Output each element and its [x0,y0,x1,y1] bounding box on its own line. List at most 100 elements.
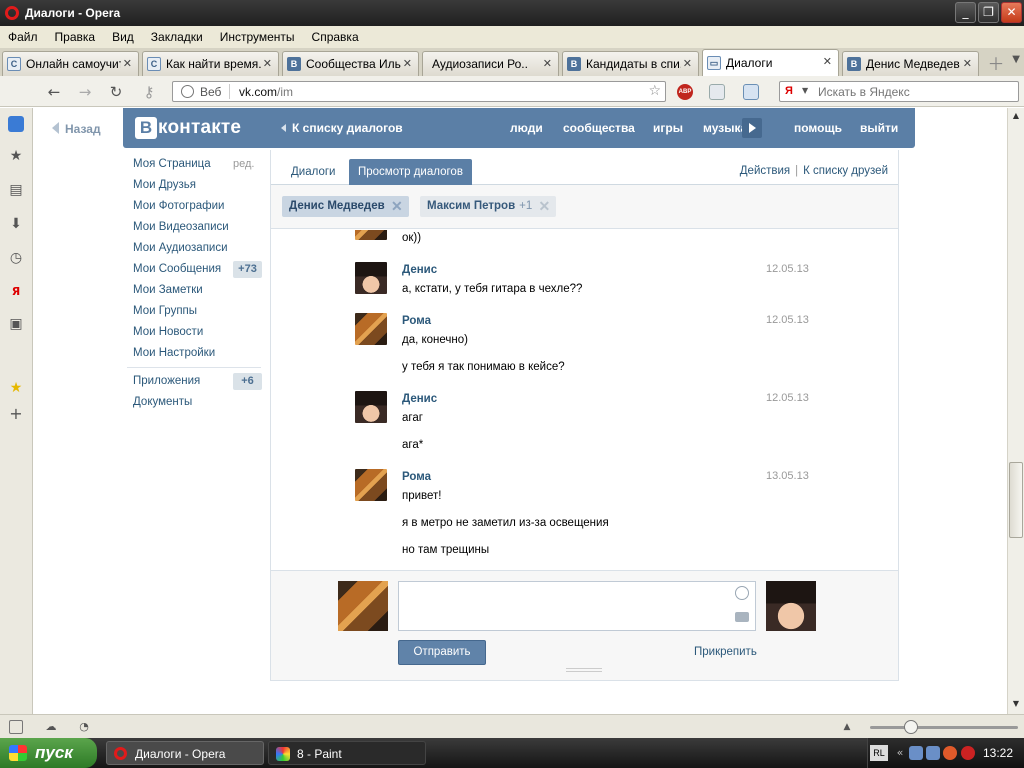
taskbar-item-paint[interactable]: 8 - Paint [268,741,426,765]
search-field[interactable]: Я ▼ [779,81,1019,102]
bookmark-star-icon[interactable]: ☆ [648,83,661,99]
attach-link[interactable]: Прикрепить [694,646,757,658]
peer-chip[interactable]: Денис Медведев ✕ [282,196,409,217]
menu-documents[interactable]: Документы [133,396,192,408]
nav-communities[interactable]: сообщества [563,121,635,135]
tab-close-icon[interactable]: ✕ [263,57,272,70]
taskbar-item-opera[interactable]: Диалоги - Opera [106,741,264,765]
menu-my-audio[interactable]: Мои Аудиозаписи [133,242,228,254]
downloads-icon[interactable]: ⬇ [8,216,24,232]
nav-music[interactable]: музыка [703,121,747,135]
menu-edit[interactable]: Правка [47,30,105,44]
menu-my-news[interactable]: Мои Новости [133,326,203,338]
tab-view-dialogs[interactable]: Просмотр диалогов [349,159,472,185]
edit-link[interactable]: ред. [233,158,254,170]
new-tab-button[interactable]: ＋ [985,54,1007,76]
menu-my-groups[interactable]: Мои Группы [133,305,197,317]
scroll-up-icon[interactable]: ▲ [1008,108,1024,124]
my-avatar[interactable] [338,581,388,631]
menu-help[interactable]: Справка [304,30,368,44]
avatar[interactable] [355,313,387,345]
tab-dialogs-list[interactable]: Диалоги [282,159,344,185]
send-button[interactable]: Отправить [398,640,486,665]
zoom-slider-knob[interactable] [904,720,918,734]
tab-list-icon[interactable]: ▼ [1012,54,1020,65]
minimize-button[interactable]: _ [955,2,976,23]
history-clock-icon[interactable]: ◷ [8,250,24,266]
menu-my-messages[interactable]: Мои Сообщения [133,263,221,275]
scroll-up-small-icon[interactable]: ▲ [840,720,854,734]
nav-people[interactable]: люди [510,121,543,135]
tab-close-icon[interactable]: ✕ [683,57,692,70]
key-icon[interactable]: ⚷ [139,82,159,102]
tab-find-time[interactable]: C Как найти время... ✕ [142,51,279,76]
back-arrow-icon[interactable]: ← [44,82,64,102]
messages-count-badge[interactable]: +73 [233,261,262,278]
chevron-down-icon[interactable]: ▼ [802,86,808,95]
friends-list-link[interactable]: К списку друзей [803,165,888,177]
vk-logo[interactable]: В контакте [135,116,241,140]
tab-denis[interactable]: B Денис Медведев ✕ [842,51,979,76]
remove-peer-icon[interactable]: ✕ [539,196,551,217]
network-icon[interactable] [909,746,923,760]
tab-online[interactable]: C Онлайн самоучит... ✕ [2,51,139,76]
nav-logout[interactable]: выйти [860,121,898,135]
notes-icon[interactable] [709,84,725,100]
windows-panel-icon[interactable]: ▣ [8,316,24,332]
tab-dialogs[interactable]: ▭ Диалоги ✕ [702,49,839,76]
resize-handle[interactable] [566,668,602,672]
menu-my-friends[interactable]: Мои Друзья [133,179,196,191]
speed-dial-icon[interactable] [8,116,24,132]
menu-my-notes[interactable]: Мои Заметки [133,284,203,296]
remove-peer-icon[interactable]: ✕ [391,196,403,217]
actions-link[interactable]: Действия [740,165,790,177]
forward-arrow-icon[interactable]: → [75,82,95,102]
tab-close-icon[interactable]: ✕ [543,57,552,70]
avatar[interactable] [355,391,387,423]
scroll-thumb[interactable] [1009,462,1023,538]
address-field[interactable]: Веб vk.com/im ☆ [172,81,666,102]
zoom-slider[interactable] [870,726,1018,729]
message-author[interactable]: Рома [402,471,431,483]
menu-my-settings[interactable]: Мои Настройки [133,347,215,359]
network-icon[interactable] [926,746,940,760]
tab-communities[interactable]: B Сообщества Иль... ✕ [282,51,419,76]
menu-my-videos[interactable]: Мои Видеозаписи [133,221,229,233]
start-button[interactable]: пуск [0,738,97,768]
avatar[interactable] [355,230,387,240]
menu-bookmarks[interactable]: Закладки [143,30,212,44]
favorite-star-icon[interactable]: ★ [8,380,24,396]
apps-count-badge[interactable]: +6 [233,373,262,390]
tab-close-icon[interactable]: ✕ [963,57,972,70]
yandex-panel-icon[interactable]: Я [8,284,24,300]
tray-expand-icon[interactable]: « [893,746,907,760]
panel-toggle-icon[interactable] [9,720,23,734]
url-text[interactable]: vk.com/im [239,85,293,99]
avatar[interactable] [355,262,387,294]
scroll-down-icon[interactable]: ▼ [1008,696,1024,712]
turbo-cloud-icon[interactable]: ☁ [44,720,58,734]
nav-games[interactable]: игры [653,121,683,135]
to-dialogs-link[interactable]: К списку диалогов [281,121,403,135]
smiley-icon[interactable] [735,586,749,600]
message-input[interactable] [398,581,756,631]
reload-icon[interactable]: ↻ [106,82,126,102]
menu-my-page[interactable]: Моя Страница [133,158,211,170]
menu-view[interactable]: Вид [104,30,143,44]
play-icon[interactable] [742,118,762,138]
opera-tray-icon[interactable] [961,746,975,760]
update-alert-icon[interactable] [943,746,957,760]
tab-candidates[interactable]: B Кандидаты в спи... ✕ [562,51,699,76]
camera-icon[interactable] [735,612,749,622]
nav-help[interactable]: помощь [794,121,842,135]
message-author[interactable]: Рома [402,315,431,327]
peer-chip[interactable]: Максим Петров +1 ✕ [420,196,557,217]
tab-close-icon[interactable]: ✕ [823,55,832,68]
menu-apps[interactable]: Приложения [133,375,200,387]
search-input[interactable] [818,83,1014,100]
menu-tools[interactable]: Инструменты [212,30,304,44]
avatar[interactable] [355,469,387,501]
language-indicator[interactable]: RL [870,745,888,761]
bookmarks-star-icon[interactable]: ★ [8,148,24,164]
peer-avatar[interactable] [766,581,816,631]
